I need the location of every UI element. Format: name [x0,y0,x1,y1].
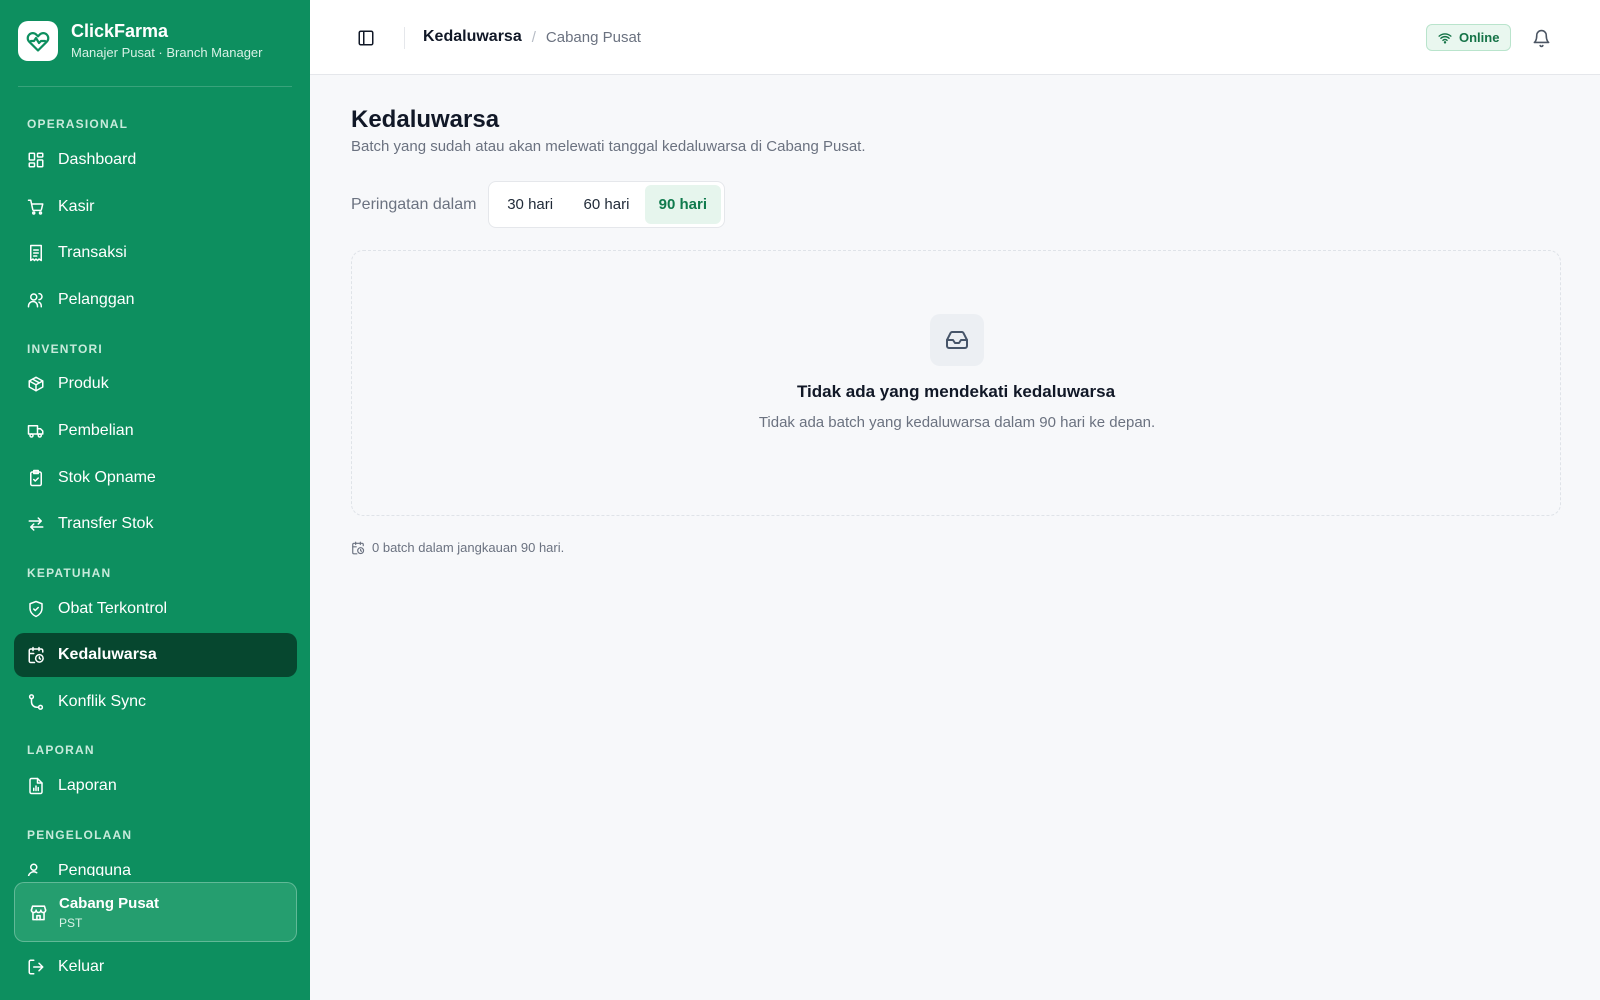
page-title: Kedaluwarsa [351,106,500,133]
sidebar-item-transfer-stok[interactable]: Transfer Stok [14,502,297,546]
dashboard-grid-icon [27,151,45,169]
store-icon [29,903,48,922]
sidebar-item-label: Konflik Sync [58,693,147,710]
breadcrumb: Kedaluwarsa / Cabang Pusat [423,28,641,46]
panel-left-icon [357,29,375,47]
sidebar-item-transaksi[interactable]: Transaksi [14,231,297,275]
section-label-operasional: OPERASIONAL [27,117,129,131]
sidebar-item-label: Kedaluwarsa [58,646,157,663]
clipboard-check-icon [27,469,45,487]
wifi-icon [1438,31,1452,45]
sidebar-item-label: Transaksi [58,244,127,261]
truck-icon [27,422,45,440]
section-label-kepatuhan: KEPATUHAN [27,566,112,580]
branch-name: Cabang Pusat [59,894,160,912]
online-status-badge: Online [1426,24,1512,51]
sidebar-item-kedaluwarsa[interactable]: Kedaluwarsa [14,633,297,677]
empty-state-title: Tidak ada yang mendekati kedaluwarsa [796,382,1116,401]
git-merge-icon [27,693,45,711]
inbox-icon [930,314,984,366]
branch-code: PST [59,915,83,930]
batch-count-note: 0 batch dalam jangkauan 90 hari. [351,540,564,555]
logout-label: Keluar [58,958,105,975]
sidebar-item-produk[interactable]: Produk [14,362,297,406]
sidebar-item-pembelian[interactable]: Pembelian [14,409,297,453]
sidebar-item-label: Transfer Stok [58,515,154,532]
brand-subtitle: Manajer Pusat · Branch Manager [71,45,263,60]
online-status-label: Online [1459,30,1500,45]
logout-button[interactable]: Keluar [14,945,297,989]
file-chart-icon [27,777,45,795]
sidebar-item-pelanggan[interactable]: Pelanggan [14,278,297,322]
sidebar: ClickFarma Manajer Pusat · Branch Manage… [0,0,310,1000]
empty-state: Tidak ada yang mendekati kedaluwarsa Tid… [351,250,1561,516]
sidebar-item-label: Pelanggan [58,291,135,308]
section-label-inventori: INVENTORI [27,342,103,356]
sidebar-item-label: Kasir [58,198,95,215]
sidebar-item-label: Produk [58,375,109,392]
brand: ClickFarma Manajer Pusat · Branch Manage… [18,20,262,62]
sidebar-item-label: Pembelian [58,422,134,439]
sidebar-item-kasir[interactable]: Kasir [14,185,297,229]
sidebar-item-stok-opname[interactable]: Stok Opname [14,456,297,500]
users-icon [27,291,45,309]
sidebar-item-konflik-sync[interactable]: Konflik Sync [14,680,297,724]
sidebar-item-dashboard[interactable]: Dashboard [14,138,297,182]
brand-divider [18,86,292,87]
shield-check-icon [27,600,45,618]
section-label-pengelolaan: PENGELOLAAN [27,828,133,842]
sidebar-item-obat-terkontrol[interactable]: Obat Terkontrol [14,587,297,631]
brand-name: ClickFarma [71,21,169,41]
empty-state-description: Tidak ada batch yang kedaluwarsa dalam 9… [758,414,1156,431]
page-description: Batch yang sudah atau akan melewati tang… [351,138,866,155]
heart-pulse-logo-icon [18,21,58,61]
calendar-clock-icon [27,646,45,664]
section-label-laporan: LAPORAN [27,743,95,757]
filter-60-days-button[interactable]: 60 hari [568,185,644,224]
breadcrumb-parent: Cabang Pusat [545,28,641,46]
shopping-cart-icon [27,198,45,216]
receipt-icon [27,244,45,262]
breadcrumb-current: Kedaluwarsa [423,28,522,45]
sidebar-item-laporan[interactable]: Laporan [14,764,297,808]
bell-icon [1532,29,1551,48]
filter-90-days-button[interactable]: 90 hari [644,185,721,224]
breadcrumb-separator: / [531,28,536,46]
batch-count-text: 0 batch dalam jangkauan 90 hari. [372,540,565,555]
topbar: Kedaluwarsa / Cabang Pusat Online [310,0,1600,75]
sidebar-item-label: Obat Terkontrol [58,600,168,617]
sidebar-toggle-button[interactable] [356,28,376,48]
calendar-clock-icon [351,541,365,555]
branch-switcher[interactable]: Cabang Pusat PST [14,882,297,942]
log-out-icon [27,958,45,976]
filter-label: Peringatan dalam [351,196,477,213]
sidebar-item-label: Dashboard [58,151,137,168]
warning-window-toggle: 30 hari 60 hari 90 hari [488,181,725,228]
arrows-left-right-icon [27,515,45,533]
notifications-button[interactable] [1531,27,1551,49]
sidebar-item-label: Stok Opname [58,469,156,486]
topbar-divider [404,27,405,49]
filter-30-days-button[interactable]: 30 hari [492,185,568,224]
package-icon [27,375,45,393]
sidebar-item-label: Laporan [58,777,117,794]
